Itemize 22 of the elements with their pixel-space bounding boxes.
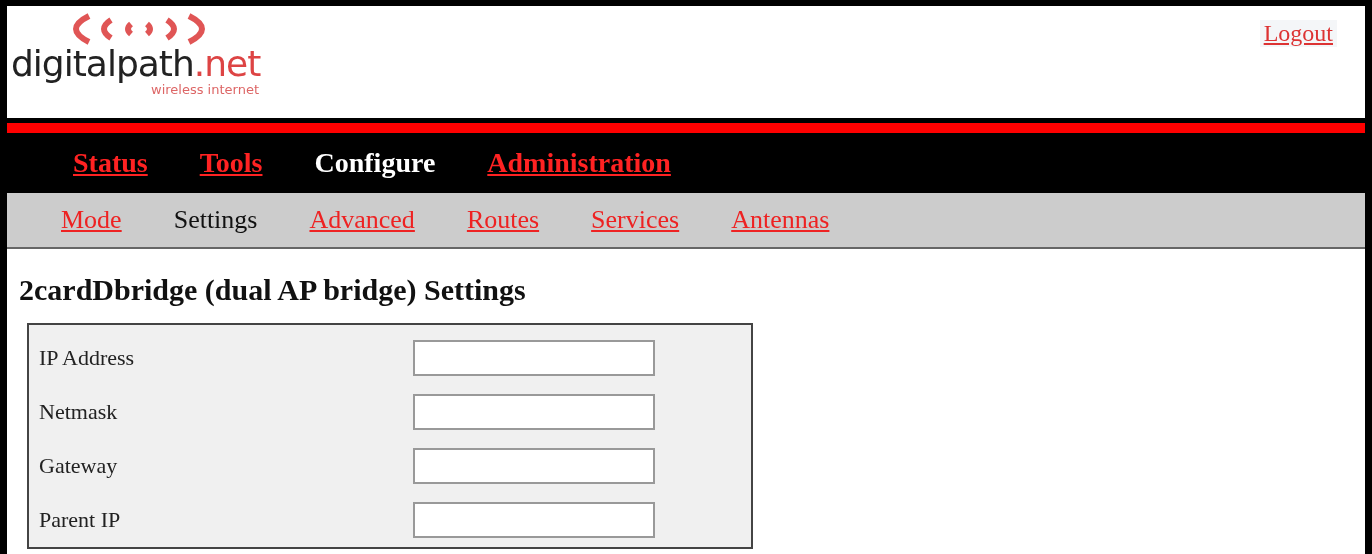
nav-tab[interactable]: Status (73, 147, 148, 179)
subnav-tab[interactable]: Services (591, 205, 680, 235)
subnav-tab[interactable]: Settings (173, 205, 258, 235)
field-label: Netmask (39, 399, 119, 425)
field-label: Gateway (39, 453, 119, 479)
subnav-tab[interactable]: Advanced (309, 205, 415, 235)
input-field[interactable] (413, 448, 655, 484)
field-label: IP Address (39, 345, 136, 371)
input-field[interactable] (413, 394, 655, 430)
input-field[interactable] (413, 502, 655, 538)
page-heading: 2cardDbridge (dual AP bridge) Settings (19, 273, 527, 307)
field-label: Parent IP (39, 507, 122, 533)
nav-tab[interactable]: Configure (314, 147, 436, 179)
logo-text: digitalpath.net (11, 46, 261, 82)
nav-tab[interactable]: Tools (199, 147, 263, 179)
subnav-tab[interactable]: Mode (61, 205, 122, 235)
logout-link[interactable]: Logout (1259, 20, 1337, 47)
nav-tab[interactable]: Administration (487, 147, 671, 179)
subnav-tab[interactable]: Antennas (731, 205, 830, 235)
subnav-tab[interactable]: Routes (466, 205, 540, 235)
logo-tagline: wireless internet (151, 82, 260, 98)
input-field[interactable] (413, 340, 655, 376)
